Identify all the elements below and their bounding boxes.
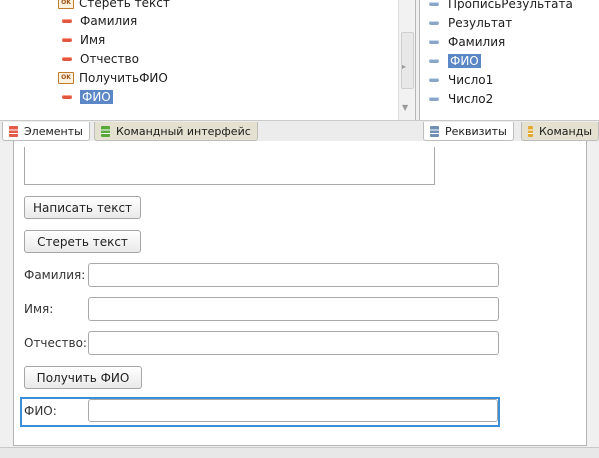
command-interface-icon (101, 125, 110, 137)
tree-item-label: ПолучитьФИО (79, 70, 168, 85)
tab-label: Командный интерфейс (116, 124, 251, 138)
tab-command-interface[interactable]: Командный интерфейс (94, 122, 258, 141)
ok-command-icon: OK (58, 71, 74, 84)
attribute-icon (429, 96, 439, 101)
bottom-tab-strip (0, 447, 599, 458)
tab-elements[interactable]: Элементы (2, 122, 90, 141)
field-minus-icon (62, 94, 72, 99)
write-text-button[interactable]: Написать текст (24, 196, 141, 219)
attr-item-label: ПрописьРезультата (448, 0, 573, 11)
scroll-thumb[interactable] (401, 32, 414, 89)
tree-item-label: Стереть текст (79, 0, 170, 10)
name-field[interactable] (88, 297, 499, 321)
field-minus-icon (62, 56, 72, 61)
attribute-icon (429, 39, 439, 44)
patronymic-label: Отчество: (24, 336, 87, 350)
attr-item[interactable]: Результат (429, 13, 512, 32)
attr-item-label: Число2 (448, 91, 494, 106)
fio-field[interactable] (88, 399, 498, 422)
panel-tab-bar: Элементы Командный интерфейс Реквизиты К… (0, 120, 599, 142)
tree-item-label: ФИО (80, 89, 113, 104)
attribute-icon (429, 1, 439, 6)
text-memo-field[interactable] (24, 147, 435, 185)
tree-item-label: Фамилия (80, 13, 138, 28)
patronymic-field[interactable] (88, 331, 499, 355)
elements-scrollbar[interactable]: ▸ ▼ (398, 0, 415, 120)
attr-item-label: Фамилия (448, 34, 506, 49)
erase-text-button[interactable]: Стереть текст (24, 230, 141, 253)
attr-item[interactable]: Число1 (429, 70, 493, 89)
attributes-icon (430, 125, 439, 137)
attribute-icon (429, 20, 439, 25)
tree-item-get-fio[interactable]: OK ПолучитьФИО (58, 68, 168, 87)
attr-item[interactable]: Фамилия (429, 32, 505, 51)
attr-item[interactable]: ПрописьРезультата (429, 0, 573, 13)
tree-item-label: Имя (80, 32, 106, 47)
scroll-down-icon[interactable]: ▼ (402, 103, 408, 112)
name-label: Имя: (24, 302, 54, 316)
field-minus-icon (62, 18, 72, 23)
tab-label: Элементы (24, 124, 83, 138)
tree-item-patronymic[interactable]: Отчество (62, 49, 139, 68)
surname-label: Фамилия: (24, 268, 86, 282)
tab-attributes[interactable]: Реквизиты (423, 122, 514, 141)
attr-item[interactable]: Число2 (429, 89, 493, 108)
tree-item-name[interactable]: Имя (62, 30, 105, 49)
attribute-icon (429, 58, 439, 63)
tree-item-surname[interactable]: Фамилия (62, 11, 137, 30)
commands-icon (528, 125, 533, 137)
surname-field[interactable] (88, 263, 499, 287)
attributes-tree-panel: ПрописьРезультата Результат Фамилия ФИО … (419, 0, 599, 120)
attr-item-label: Число1 (448, 72, 494, 87)
scroll-grip-icon: ▸ (402, 62, 407, 71)
attr-item-fio[interactable]: ФИО (429, 51, 481, 70)
attribute-icon (429, 77, 439, 82)
elements-icon (9, 125, 18, 137)
elements-tree-panel: OK Стереть текст Фамилия Имя Отчество OK… (0, 0, 416, 120)
field-minus-icon (62, 37, 72, 42)
tree-item-fio[interactable]: ФИО (62, 87, 113, 106)
tab-commands[interactable]: Команды (521, 122, 599, 141)
get-fio-button[interactable]: Получить ФИО (24, 366, 142, 389)
tree-item-label: Отчество (80, 51, 139, 66)
tab-label: Команды (538, 124, 592, 138)
ok-command-icon: OK (58, 0, 74, 9)
attr-item-label: ФИО (448, 53, 481, 68)
tab-label: Реквизиты (445, 124, 507, 138)
fio-label: ФИО: (24, 404, 57, 418)
attr-item-label: Результат (448, 15, 513, 30)
